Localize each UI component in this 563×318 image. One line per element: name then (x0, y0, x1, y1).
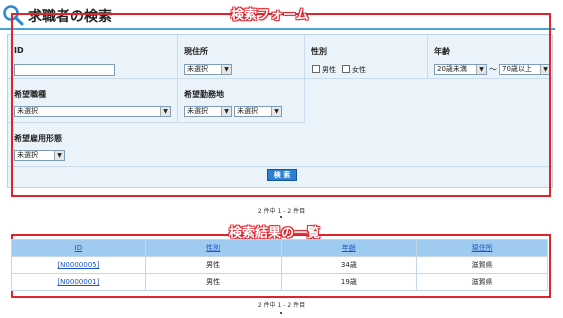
row-gender: 男性 (144, 256, 282, 274)
form-annotation: 検索フォーム (231, 8, 309, 23)
row-address: 滋賀県 (416, 273, 548, 291)
row-age: 19歳 (280, 273, 418, 291)
column-header-address[interactable]: 現住所 (416, 239, 548, 257)
row-address: 滋賀県 (416, 256, 548, 274)
separator-dot (280, 312, 282, 314)
column-header-gender[interactable]: 性別 (144, 239, 282, 257)
form-highlight-box (11, 13, 551, 197)
row-id-link[interactable]: [N0000001] (57, 278, 99, 286)
row-age: 34歳 (280, 256, 418, 274)
table-header-row: ID 性別 年齢 現住所 (11, 239, 548, 257)
table-row: [N0000001] 男性 19歳 滋賀県 (11, 273, 548, 291)
column-header-id[interactable]: ID (11, 239, 146, 257)
row-id-link[interactable]: [N0000005] (57, 261, 99, 269)
row-gender: 男性 (144, 273, 282, 291)
result-count-bottom: 2 件中 1 ‐ 2 件目 (257, 302, 306, 309)
result-count-top: 2 件中 1 ‐ 2 件目 (257, 208, 306, 215)
row-id-cell: [N0000001] (11, 273, 146, 291)
separator-dot (280, 216, 282, 218)
results-table: ID 性別 年齢 現住所 [N0000005] 男性 34歳 滋賀県 [N000… (11, 239, 548, 291)
table-row: [N0000005] 男性 34歳 滋賀県 (11, 256, 548, 274)
row-id-cell: [N0000005] (11, 256, 146, 274)
column-header-age[interactable]: 年齢 (280, 239, 418, 257)
